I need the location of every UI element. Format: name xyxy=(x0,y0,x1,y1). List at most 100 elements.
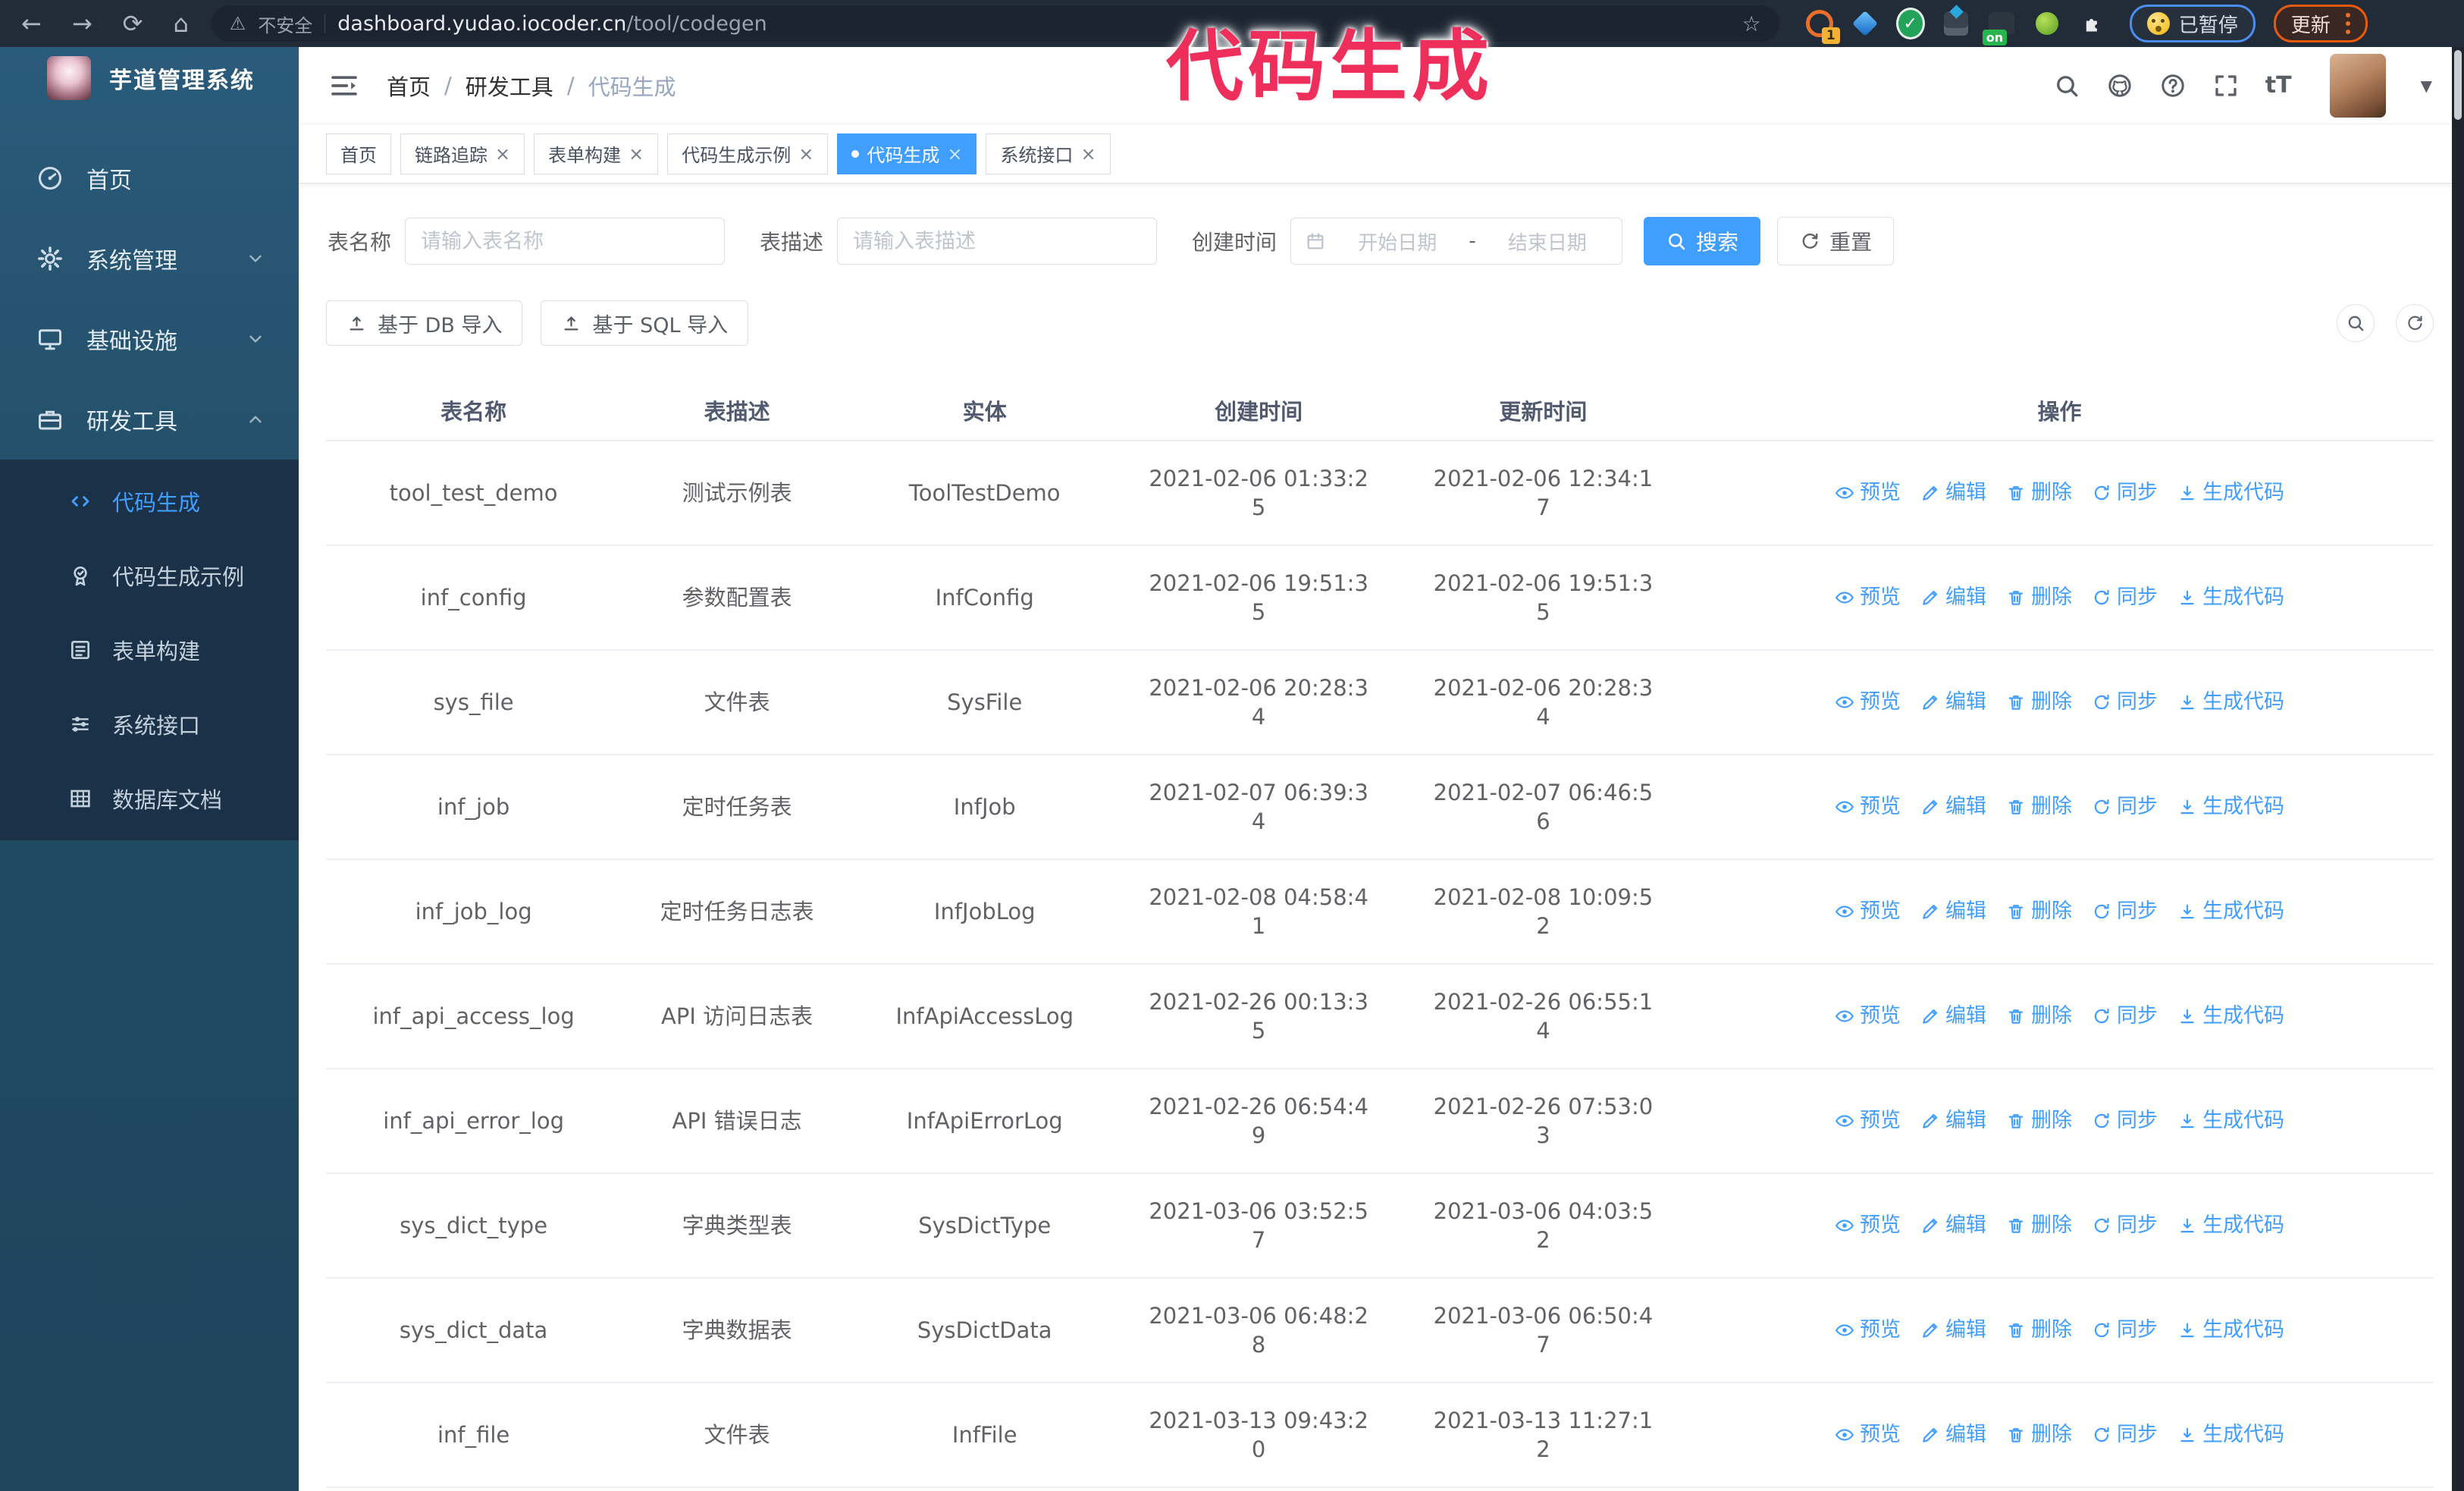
sidebar-subitem-表单构建[interactable]: 表单构建 xyxy=(0,613,299,687)
address-bar[interactable]: ⚠ 不安全 dashboard.yudao.iocoder.cn/tool/co… xyxy=(211,5,1779,42)
close-icon[interactable]: × xyxy=(798,143,813,165)
action-预览[interactable]: 预览 xyxy=(1835,1316,1901,1345)
action-生成代码[interactable]: 生成代码 xyxy=(2177,897,2284,926)
page-scrollbar[interactable] xyxy=(2452,47,2464,1491)
action-编辑[interactable]: 编辑 xyxy=(1920,1106,1986,1135)
search-icon[interactable] xyxy=(2053,72,2080,99)
action-编辑[interactable]: 编辑 xyxy=(1920,583,1986,612)
refresh-table-button[interactable] xyxy=(2396,304,2434,342)
extension-icon-gem[interactable] xyxy=(1851,9,1879,38)
user-avatar[interactable] xyxy=(2329,53,2386,118)
action-生成代码[interactable]: 生成代码 xyxy=(2177,479,2284,507)
security-label[interactable]: 不安全 xyxy=(258,11,312,37)
action-预览[interactable]: 预览 xyxy=(1835,583,1901,612)
action-编辑[interactable]: 编辑 xyxy=(1920,897,1986,926)
action-删除[interactable]: 删除 xyxy=(2006,897,2072,926)
action-删除[interactable]: 删除 xyxy=(2006,1106,2072,1135)
close-icon[interactable]: × xyxy=(495,143,510,165)
tab-系统接口[interactable]: 系统接口 × xyxy=(986,133,1111,174)
action-编辑[interactable]: 编辑 xyxy=(1920,793,1986,821)
sidebar-item-研发工具[interactable]: 研发工具 xyxy=(0,379,299,460)
browser-update-button[interactable]: 更新 xyxy=(2273,5,2368,42)
action-生成代码[interactable]: 生成代码 xyxy=(2177,1420,2284,1449)
search-button[interactable]: 搜索 xyxy=(1644,217,1761,265)
action-生成代码[interactable]: 生成代码 xyxy=(2177,1211,2284,1240)
action-编辑[interactable]: 编辑 xyxy=(1920,1211,1986,1240)
action-同步[interactable]: 同步 xyxy=(2092,1002,2158,1031)
action-预览[interactable]: 预览 xyxy=(1835,688,1901,717)
action-预览[interactable]: 预览 xyxy=(1835,1420,1901,1449)
table-name-input[interactable] xyxy=(405,218,726,265)
close-icon[interactable]: × xyxy=(629,143,644,165)
scrollbar-thumb[interactable] xyxy=(2454,50,2462,120)
sidebar-item-系统管理[interactable]: 系统管理 xyxy=(0,218,299,299)
action-生成代码[interactable]: 生成代码 xyxy=(2177,583,2284,612)
breadcrumb-item-home[interactable]: 首页 xyxy=(387,70,431,102)
chevron-down-icon[interactable]: ▼ xyxy=(2421,77,2432,95)
extension-icon-check[interactable]: ✓ xyxy=(1895,8,1925,39)
reset-button[interactable]: 重置 xyxy=(1777,217,1895,265)
sidebar-subitem-代码生成示例[interactable]: 代码生成示例 xyxy=(0,538,299,613)
action-删除[interactable]: 删除 xyxy=(2006,1420,2072,1449)
github-icon[interactable] xyxy=(2106,72,2133,99)
action-生成代码[interactable]: 生成代码 xyxy=(2177,1002,2284,1031)
action-同步[interactable]: 同步 xyxy=(2092,1106,2158,1135)
tab-链路追踪[interactable]: 链路追踪 × xyxy=(400,133,525,174)
action-同步[interactable]: 同步 xyxy=(2092,1316,2158,1345)
reload-icon[interactable]: ⟳ xyxy=(123,9,143,38)
action-删除[interactable]: 删除 xyxy=(2006,1211,2072,1240)
text-size-icon[interactable]: tT xyxy=(2265,72,2292,99)
extension-icon-on[interactable]: on xyxy=(1982,9,2016,46)
action-同步[interactable]: 同步 xyxy=(2092,479,2158,507)
action-同步[interactable]: 同步 xyxy=(2092,1211,2158,1240)
bookmark-star-icon[interactable]: ☆ xyxy=(1742,11,1761,36)
action-同步[interactable]: 同步 xyxy=(2092,1420,2158,1449)
import-sql-button[interactable]: 基于 SQL 导入 xyxy=(541,300,749,346)
sidebar-item-首页[interactable]: 首页 xyxy=(0,138,299,218)
browser-menu-icon[interactable] xyxy=(2345,13,2350,34)
tab-代码生成示例[interactable]: 代码生成示例 × xyxy=(667,133,829,174)
toggle-search-button[interactable] xyxy=(2337,304,2375,342)
action-预览[interactable]: 预览 xyxy=(1835,1106,1901,1135)
action-删除[interactable]: 删除 xyxy=(2006,1316,2072,1345)
action-删除[interactable]: 删除 xyxy=(2006,583,2072,612)
fullscreen-icon[interactable] xyxy=(2212,72,2240,99)
sidebar-subitem-系统接口[interactable]: 系统接口 xyxy=(0,687,299,761)
action-预览[interactable]: 预览 xyxy=(1835,1211,1901,1240)
extension-icon-green[interactable] xyxy=(2033,9,2061,38)
action-删除[interactable]: 删除 xyxy=(2006,479,2072,507)
action-生成代码[interactable]: 生成代码 xyxy=(2177,1106,2284,1135)
sidebar-subitem-代码生成[interactable]: 代码生成 xyxy=(0,464,299,538)
extension-icon-orange[interactable]: 1 xyxy=(1805,9,1840,44)
extension-icon-grid[interactable] xyxy=(1942,9,1970,38)
table-desc-input[interactable] xyxy=(837,218,1158,265)
date-range-picker[interactable]: 开始日期 - 结束日期 xyxy=(1290,218,1623,265)
sidebar-subitem-数据库文档[interactable]: 数据库文档 xyxy=(0,761,299,836)
close-icon[interactable]: × xyxy=(947,143,962,165)
profile-paused-pill[interactable]: 已暂停 xyxy=(2129,5,2256,42)
action-预览[interactable]: 预览 xyxy=(1835,479,1901,507)
tab-代码生成[interactable]: 代码生成 × xyxy=(837,133,977,174)
action-编辑[interactable]: 编辑 xyxy=(1920,1002,1986,1031)
help-icon[interactable] xyxy=(2159,72,2187,99)
action-预览[interactable]: 预览 xyxy=(1835,1002,1901,1031)
tab-首页[interactable]: 首页 xyxy=(326,133,391,174)
forward-icon[interactable]: → xyxy=(72,9,92,38)
action-生成代码[interactable]: 生成代码 xyxy=(2177,1316,2284,1345)
hamburger-icon[interactable] xyxy=(329,71,359,101)
sidebar-item-基础设施[interactable]: 基础设施 xyxy=(0,299,299,379)
action-删除[interactable]: 删除 xyxy=(2006,1002,2072,1031)
close-icon[interactable]: × xyxy=(1080,143,1096,165)
action-编辑[interactable]: 编辑 xyxy=(1920,688,1986,717)
action-编辑[interactable]: 编辑 xyxy=(1920,1316,1986,1345)
action-生成代码[interactable]: 生成代码 xyxy=(2177,688,2284,717)
action-生成代码[interactable]: 生成代码 xyxy=(2177,793,2284,821)
action-同步[interactable]: 同步 xyxy=(2092,897,2158,926)
action-删除[interactable]: 删除 xyxy=(2006,793,2072,821)
action-同步[interactable]: 同步 xyxy=(2092,688,2158,717)
app-logo[interactable]: 芋道管理系统 xyxy=(0,47,299,109)
breadcrumb-item-tools[interactable]: 研发工具 xyxy=(466,70,553,102)
import-db-button[interactable]: 基于 DB 导入 xyxy=(326,300,523,346)
extensions-puzzle-icon[interactable] xyxy=(2078,9,2107,38)
action-删除[interactable]: 删除 xyxy=(2006,688,2072,717)
